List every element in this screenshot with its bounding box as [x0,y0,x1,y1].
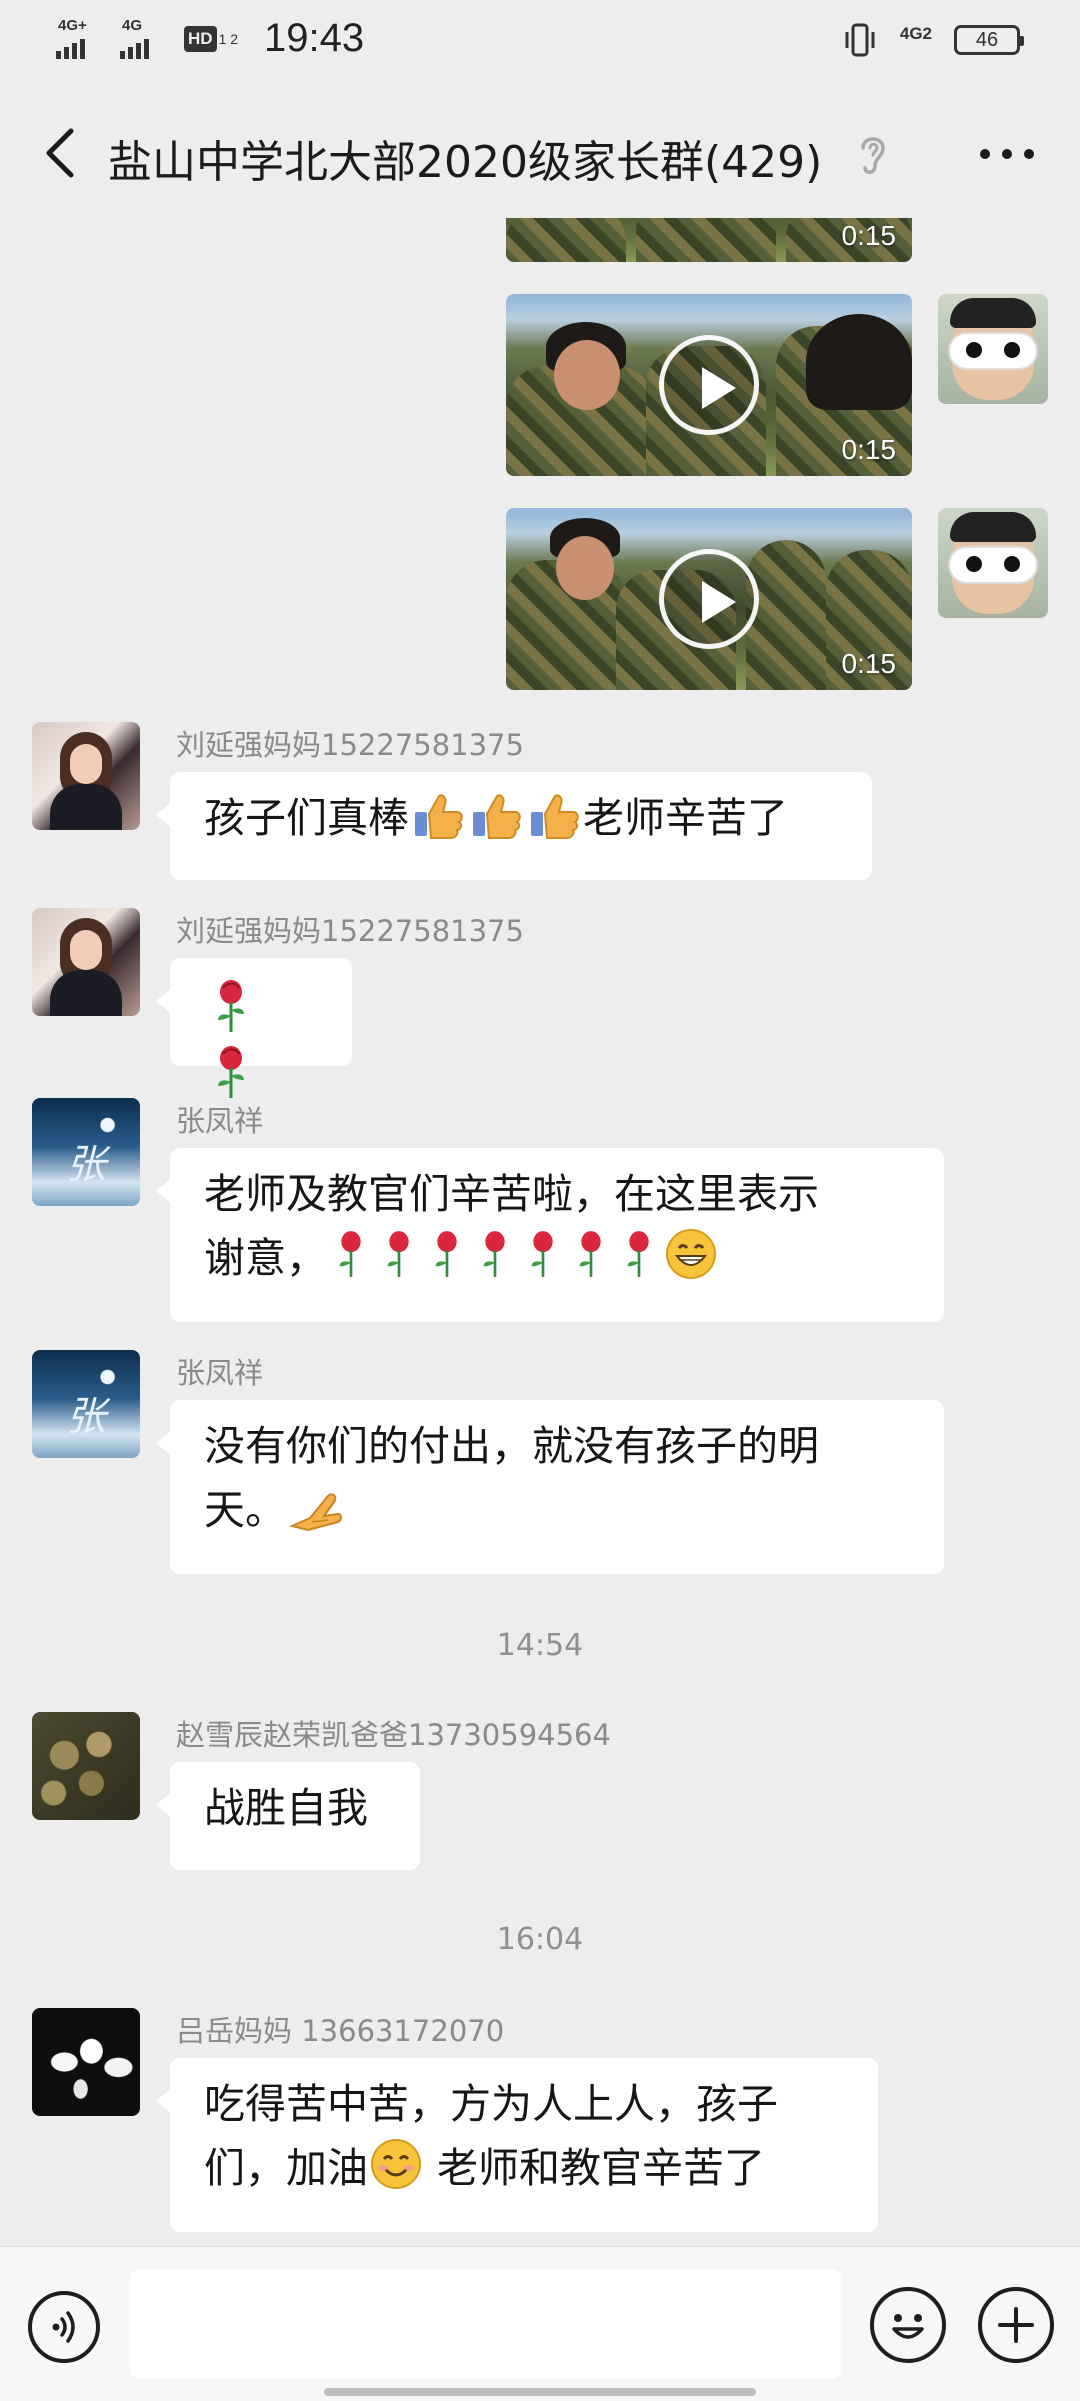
sender-name: 刘延强妈妈15227581375 [176,914,524,948]
avatar[interactable] [32,1712,140,1820]
message-text: 谢意， [204,1234,327,1282]
timestamp: 14:54 [496,1628,584,1663]
avatar[interactable] [32,908,140,1016]
video-message[interactable]: 0:15 [506,294,912,476]
sender-name: 刘延强妈妈15227581375 [176,728,524,762]
thumbs-up-emoji [473,794,521,839]
chat-title: 盐山中学北大部2020级家长群(429) [108,137,823,188]
message-text: 老师和教官辛苦了 [424,2144,766,2192]
status-right: 4G2 46 [842,22,1024,58]
hd-voice-icon: HD 1 2 [184,25,238,52]
video-thumbnail: 0:15 [506,218,912,262]
rose-emoji [579,1231,601,1277]
video-message[interactable]: 0:15 [506,508,912,690]
battery-icon: 46 [954,25,1024,55]
rose-emoji [531,1231,553,1277]
video-duration: 0:15 [841,434,897,465]
video-thumbnail: 0:15 [506,508,912,690]
message-text: 吃得苦中苦，方为人上人，孩子 [204,2080,778,2128]
video-thumbnail: 0:15 [506,294,912,476]
message: 张 张凤祥 老师及教官们辛苦啦，在这里表示 谢意， [32,1098,1032,1322]
message-text: 老师及教官们辛苦啦，在这里表示 [204,1170,819,1218]
status-left: 4G+ 4G HD 1 2 19:43 [56,16,364,61]
message: 刘延强妈妈15227581375 孩子们真棒 老师辛苦了 [32,722,1032,882]
sender-name: 吕岳妈妈 13663172070 [176,2014,505,2048]
message: 张 张凤祥 没有你们的付出，就没有孩子的明 天。 [32,1350,1032,1574]
signal-4g-icon: 4G [120,17,164,61]
back-button[interactable] [30,123,90,183]
hand-emoji [288,1493,342,1532]
message-bubble[interactable]: 战胜自我 [156,1762,420,1870]
avatar[interactable] [938,294,1048,404]
message-text: 战胜自我 [204,1784,368,1832]
timestamp: 16:04 [496,1922,584,1957]
more-dots-icon [980,149,1034,159]
message-bubble[interactable]: 老师及教官们辛苦啦，在这里表示 谢意， [156,1148,944,1322]
status-time: 19:43 [264,16,365,60]
network-4g2-icon: 4G2 [899,24,932,43]
battery-level: 46 [975,28,999,51]
avatar[interactable] [32,2008,140,2116]
chat-header: 盐山中学北大部2020级家长群(429) [0,88,1080,218]
message-bubble[interactable]: 吃得苦中苦，方为人上人，孩子 们，加油 老师和教官辛苦了 [156,2058,878,2232]
message: 刘延强妈妈15227581375 [32,908,1032,1098]
emoji-icon [892,2314,924,2339]
avatar[interactable] [32,722,140,830]
home-indicator[interactable] [324,2388,756,2396]
message-text: 们，加油 [204,2144,368,2192]
avatar[interactable]: 张 [32,1098,140,1206]
vibrate-icon [845,23,875,57]
play-icon[interactable] [659,335,759,435]
thumbs-up-emoji [415,794,463,839]
message-bubble[interactable]: 没有你们的付出，就没有孩子的明 天。 [156,1400,944,1574]
chat-messages[interactable]: 0:15 0:15 0:15 刘延强妈妈15227581375 孩子们真棒 老师… [0,218,1080,2246]
signal-4g-plus-icon: 4G+ [56,17,100,61]
rose-emoji [483,1231,505,1277]
avatar[interactable]: 张 [32,1350,140,1458]
avatar[interactable] [938,508,1048,618]
smile-emoji [371,2139,421,2189]
rose-emoji [627,1231,649,1277]
rose-emoji [218,980,244,1032]
thumbs-up-emoji [531,794,579,839]
message-text: 孩子们真棒 [204,794,409,842]
message-text: 天。 [204,1486,286,1534]
sender-name: 赵雪辰赵荣凯爸爸13730594564 [176,1718,611,1752]
message-text: 没有你们的付出，就没有孩子的明 [204,1422,819,1470]
message-bubble[interactable] [156,958,352,1098]
more-options-button[interactable] [972,126,1042,182]
play-icon[interactable] [659,549,759,649]
video-duration: 0:15 [841,220,897,251]
input-bar [0,2246,1080,2401]
rose-emoji [339,1231,361,1277]
more-functions-button[interactable] [978,2287,1054,2363]
plus-icon [998,2307,1034,2343]
message-input[interactable] [130,2269,842,2379]
rose-emoji [435,1231,457,1277]
sender-name: 张凤祥 [176,1104,264,1138]
status-bar: 4G+ 4G HD 1 2 19:43 4G2 46 [0,0,1080,88]
sender-name: 张凤祥 [176,1356,264,1390]
video-duration: 0:15 [841,648,897,679]
rose-emoji [387,1231,409,1277]
back-arrow-icon [46,128,74,178]
message: 吕岳妈妈 13663172070 吃得苦中苦，方为人上人，孩子 们，加油 老师和… [32,2008,1032,2238]
emoji-button[interactable] [870,2287,946,2363]
voice-input-button[interactable] [28,2291,100,2363]
voice-icon [52,2311,75,2343]
ear-icon [861,137,885,174]
rose-emoji [218,1046,244,1098]
message: 赵雪辰赵荣凯爸爸13730594564 战胜自我 [32,1712,1032,1872]
grin-emoji [666,1229,716,1279]
message-bubble[interactable]: 孩子们真棒 老师辛苦了 [156,772,872,880]
message-text: 老师辛苦了 [583,794,788,842]
video-message[interactable]: 0:15 [506,218,912,262]
